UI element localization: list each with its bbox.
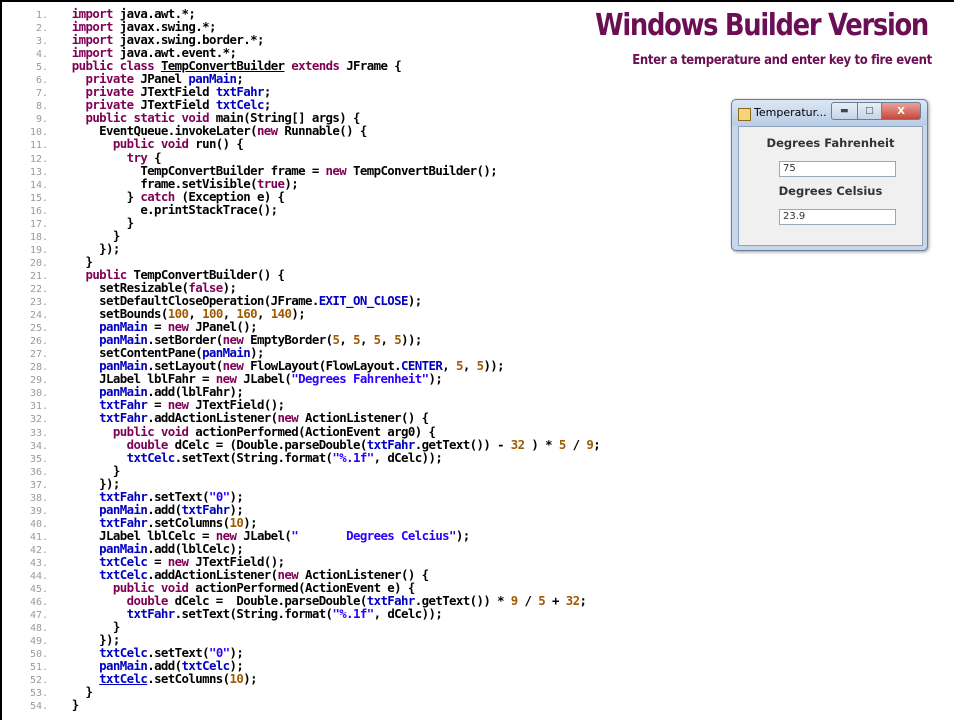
- code-line: 36. }: [29, 462, 120, 478]
- code-line: 17. }: [29, 214, 134, 230]
- code-line: 48. }: [29, 619, 120, 635]
- code-line: 53. }: [29, 684, 93, 700]
- frame-left-border: [0, 0, 2, 720]
- window-titlebar[interactable]: Temperatur... ▬ □ X: [732, 100, 927, 126]
- window-controls: ▬ □ X: [831, 102, 921, 120]
- code-line: 16. e.printStackTrace();: [29, 201, 278, 217]
- window-title: Temperatur...: [754, 106, 827, 119]
- code-line: 18. }: [29, 227, 120, 243]
- fahrenheit-input[interactable]: 75: [779, 161, 896, 177]
- window-content-panel: Degrees Fahrenheit 75 Degrees Celsius 23…: [738, 126, 923, 246]
- code-line: 14. frame.setVisible(true);: [29, 175, 299, 191]
- code-line: 12. try {: [29, 149, 162, 165]
- maximize-button[interactable]: □: [857, 102, 883, 120]
- temperature-window: Temperatur... ▬ □ X Degrees Fahrenheit 7…: [731, 99, 928, 251]
- close-button[interactable]: X: [882, 102, 921, 120]
- celsius-input[interactable]: 23.9: [779, 209, 896, 225]
- java-app-icon: [738, 108, 751, 121]
- minimize-button[interactable]: ▬: [831, 102, 858, 120]
- code-line: 52. txtCelc.setColumns(10);: [29, 671, 258, 687]
- code-line: 19. });: [29, 240, 120, 256]
- code-listing: 1. import java.awt.*; 2. import javax.sw…: [6, 7, 806, 713]
- code-line: 54. }: [29, 697, 79, 713]
- celsius-label: Degrees Celsius: [778, 184, 883, 198]
- code-line: 13. TempConvertBuilder frame = new TempC…: [29, 162, 498, 178]
- code-line: 15. } catch (Exception e) {: [29, 188, 285, 204]
- code-line: 47. txtFahr.setText(String.format("%.1f"…: [29, 606, 443, 622]
- code-line: 35. txtCelc.setText(String.format("%.1f"…: [29, 449, 443, 465]
- frame-top-border: [0, 0, 954, 2]
- fahrenheit-label: Degrees Fahrenheit: [766, 136, 895, 150]
